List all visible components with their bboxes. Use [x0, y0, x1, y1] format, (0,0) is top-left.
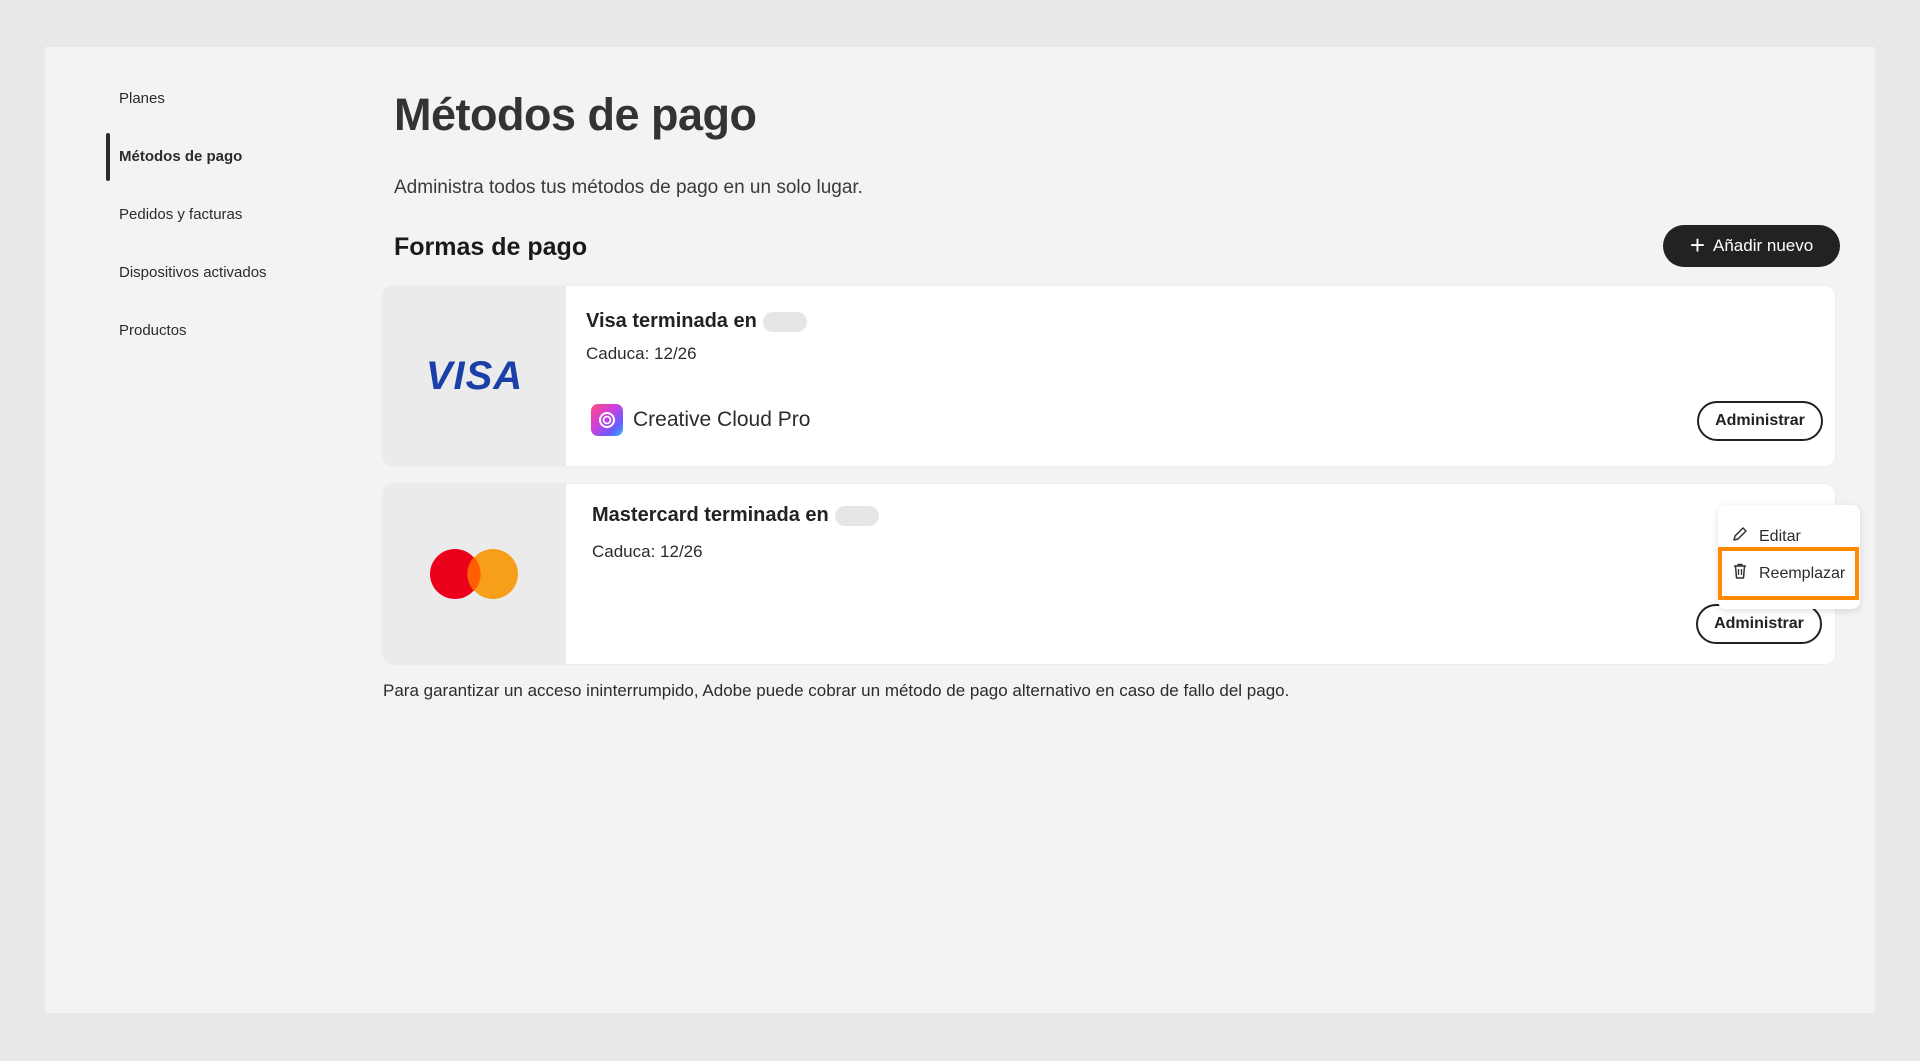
- card-title: Visa terminada en: [586, 310, 807, 333]
- section-title: Formas de pago: [394, 233, 588, 261]
- sidebar-item-productos[interactable]: Productos: [119, 322, 187, 339]
- creative-cloud-icon: [591, 404, 623, 436]
- card-logo-area: [383, 484, 566, 664]
- sidebar-item-pedidos-y-facturas[interactable]: Pedidos y facturas: [119, 206, 242, 223]
- sidebar-item-planes[interactable]: Planes: [119, 90, 165, 107]
- card-title-text: Mastercard terminada en: [592, 504, 829, 526]
- menu-item-label: Reemplazar: [1759, 564, 1846, 582]
- footnote: Para garantizar un acceso ininterrumpido…: [383, 681, 1290, 700]
- card-expiry: Caduca: 12/26: [586, 344, 697, 363]
- card-actions-menu: Editar Reemplazar: [1718, 505, 1860, 609]
- manage-button-mastercard[interactable]: Administrar: [1696, 604, 1822, 644]
- payment-card-mastercard: Mastercard terminada en Caduca: 12/26 Ad…: [383, 484, 1835, 664]
- product-name: Creative Cloud Pro: [633, 408, 811, 431]
- plus-icon: +: [1689, 230, 1705, 260]
- mastercard-logo: [429, 549, 518, 599]
- page-subtitle: Administra todos tus métodos de pago en …: [394, 177, 863, 198]
- page-title: Métodos de pago: [394, 89, 757, 140]
- masked-card-number: [762, 311, 807, 332]
- visa-logo: VISA: [425, 353, 524, 398]
- menu-item-reemplazar[interactable]: Reemplazar: [1731, 562, 1845, 585]
- menu-item-editar[interactable]: Editar: [1731, 525, 1801, 548]
- card-title-text: Visa terminada en: [586, 310, 757, 332]
- masked-card-number: [834, 505, 879, 526]
- card-expiry: Caduca: 12/26: [592, 542, 703, 561]
- card-logo-area: VISA: [383, 286, 566, 466]
- pencil-icon: [1731, 525, 1749, 548]
- payment-card-visa: VISA Visa terminada en Caduca: 12/26 Cre…: [383, 286, 1835, 466]
- add-new-button[interactable]: + Añadir nuevo: [1663, 225, 1840, 267]
- card-title: Mastercard terminada en: [592, 504, 879, 527]
- page-panel: Planes Métodos de pago Pedidos y factura…: [45, 47, 1875, 1013]
- menu-item-label: Editar: [1759, 527, 1801, 545]
- linked-product: Creative Cloud Pro: [591, 404, 810, 436]
- add-new-label: Añadir nuevo: [1713, 236, 1814, 255]
- nav-active-indicator: [106, 133, 110, 181]
- manage-button-visa[interactable]: Administrar: [1697, 401, 1823, 441]
- sidebar-item-dispositivos-activados[interactable]: Dispositivos activados: [119, 264, 267, 281]
- sidebar-item-metodos-de-pago[interactable]: Métodos de pago: [119, 148, 242, 165]
- trash-icon: [1731, 562, 1749, 585]
